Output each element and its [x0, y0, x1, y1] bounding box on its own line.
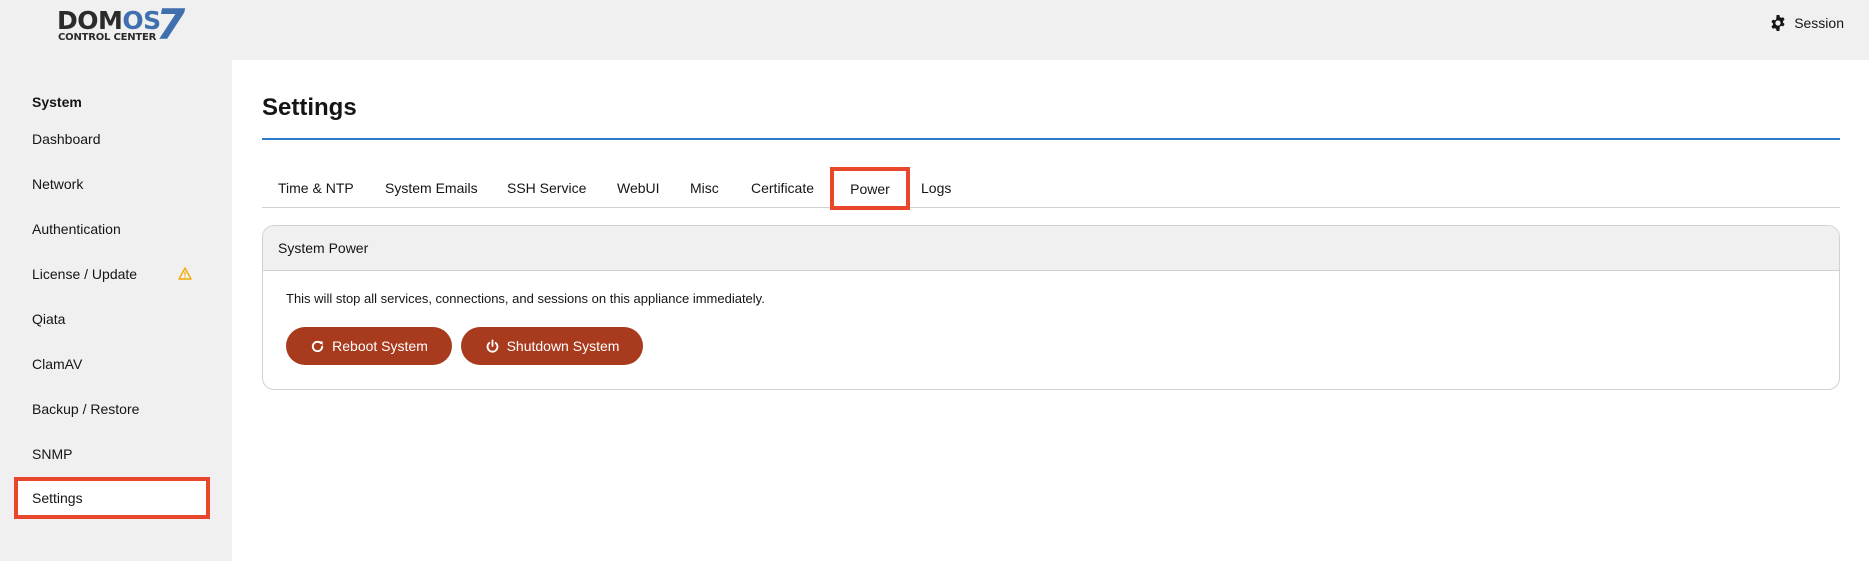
sidebar-item-dashboard[interactable]: Dashboard [14, 119, 210, 159]
sidebar-item-network[interactable]: Network [14, 164, 210, 204]
shutdown-system-button[interactable]: Shutdown System [461, 327, 643, 365]
tab-ssh-service[interactable]: SSH Service [507, 168, 586, 208]
main-content: Settings Time & NTP System Emails SSH Se… [232, 60, 1869, 561]
top-header: DOMOS 7 CONTROL CENTER Session [0, 0, 1869, 60]
logo-version: 7 [156, 0, 186, 49]
session-menu[interactable]: Session [1770, 15, 1844, 31]
tab-time-ntp[interactable]: Time & NTP [278, 168, 354, 208]
power-warning-text: This will stop all services, connections… [286, 291, 765, 306]
system-power-panel: System Power This will stop all services… [262, 225, 1840, 390]
panel-title: System Power [263, 226, 1839, 271]
tab-power[interactable]: Power [830, 167, 910, 210]
sidebar-item-settings[interactable]: Settings [14, 477, 210, 519]
tab-logs[interactable]: Logs [921, 168, 951, 208]
sidebar-item-qiata[interactable]: Qiata [14, 299, 210, 339]
page-title: Settings [262, 94, 357, 121]
sidebar-section-title: System [32, 94, 82, 110]
power-icon [486, 338, 498, 353]
sidebar-item-snmp[interactable]: SNMP [14, 434, 210, 474]
tab-misc[interactable]: Misc [690, 168, 719, 208]
sidebar-item-backup-restore[interactable]: Backup / Restore [14, 389, 210, 429]
refresh-icon [312, 340, 324, 352]
sidebar: System Dashboard Network Authentication … [0, 60, 232, 561]
logo-word-os: OS [122, 6, 161, 35]
gear-icon [1771, 15, 1785, 31]
title-divider [262, 138, 1840, 140]
sidebar-item-license-update[interactable]: License / Update [14, 254, 210, 294]
tab-certificate[interactable]: Certificate [751, 168, 814, 208]
sidebar-item-authentication[interactable]: Authentication [14, 209, 210, 249]
session-label: Session [1794, 15, 1844, 31]
sidebar-item-clamav[interactable]: ClamAV [14, 344, 210, 384]
tab-system-emails[interactable]: System Emails [385, 168, 478, 208]
logo-subtitle: CONTROL CENTER [58, 32, 157, 43]
reboot-system-button[interactable]: Reboot System [286, 327, 452, 365]
warning-icon [178, 267, 192, 280]
settings-tabs: Time & NTP System Emails SSH Service Web… [262, 167, 1840, 210]
logo-word-dom: DOM [57, 6, 123, 35]
tab-webui[interactable]: WebUI [617, 168, 660, 208]
